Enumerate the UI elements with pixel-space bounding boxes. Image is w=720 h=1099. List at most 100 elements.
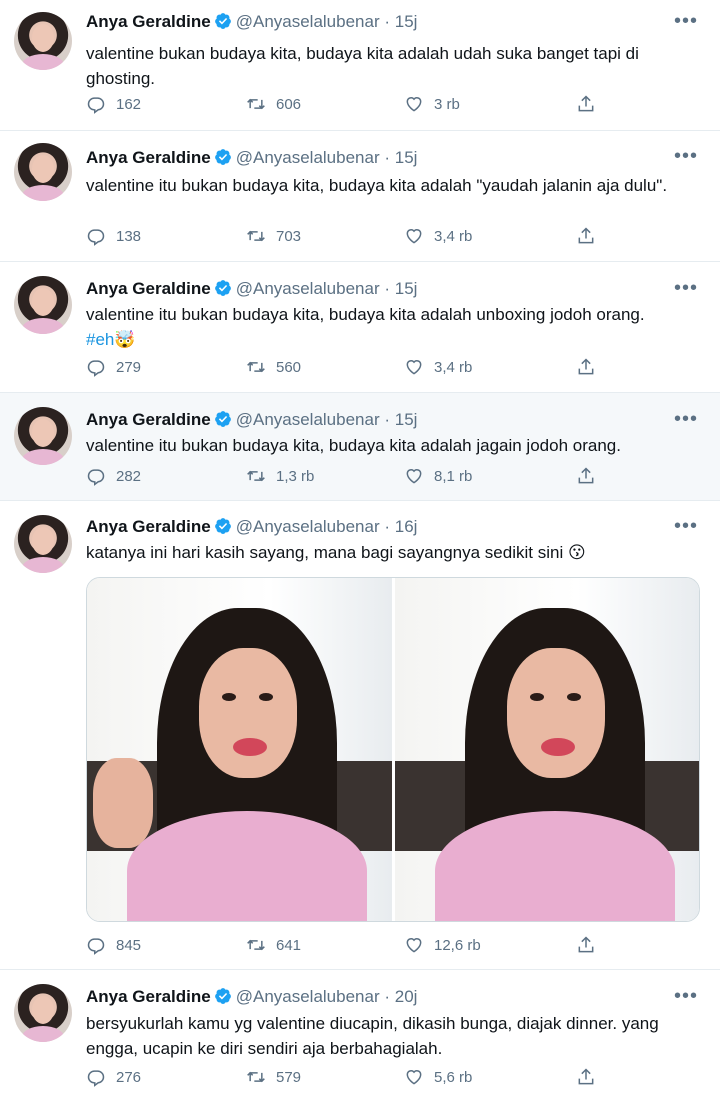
share-button[interactable] — [576, 935, 606, 955]
more-options-icon[interactable]: ••• — [674, 408, 698, 431]
reply-button[interactable]: 279 — [86, 357, 141, 377]
author-handle[interactable]: @Anyaselalubenar — [236, 410, 380, 429]
author-name[interactable]: Anya Geraldine — [86, 987, 211, 1006]
author-name[interactable]: Anya Geraldine — [86, 410, 211, 429]
like-count: 3,4 rb — [434, 227, 473, 245]
tweet-time[interactable]: · 16j — [384, 517, 417, 536]
like-button[interactable]: 12,6 rb — [404, 935, 481, 955]
share-button[interactable] — [576, 226, 606, 246]
tweet-text: valentine bukan budaya kita, budaya kita… — [86, 44, 639, 88]
tweet-actions: 162 606 3 rb — [86, 94, 606, 118]
retweet-count: 579 — [276, 1068, 302, 1086]
reply-icon — [87, 469, 105, 486]
tweet-text: valentine itu bukan budaya kita, budaya … — [86, 176, 668, 195]
avatar[interactable] — [14, 143, 72, 201]
more-options-icon[interactable]: ••• — [674, 985, 698, 1008]
heart-icon — [406, 97, 422, 112]
reply-button[interactable]: 845 — [86, 935, 141, 955]
verified-badge-icon — [214, 411, 231, 427]
share-button[interactable] — [576, 94, 606, 114]
author-handle[interactable]: @Anyaselalubenar — [236, 517, 380, 536]
retweet-count: 703 — [276, 227, 302, 245]
more-options-icon[interactable]: ••• — [674, 515, 698, 538]
heart-icon — [406, 229, 422, 244]
reply-count: 162 — [116, 95, 142, 113]
like-button[interactable]: 8,1 rb — [404, 466, 472, 486]
tweet-text-body: valentine itu bukan budaya kita, budaya … — [86, 305, 645, 324]
reply-count: 138 — [116, 227, 142, 245]
tweet-text: valentine itu bukan budaya kita, budaya … — [86, 302, 701, 352]
like-button[interactable]: 5,6 rb — [404, 1067, 472, 1087]
reply-icon — [87, 229, 105, 246]
author-name[interactable]: Anya Geraldine — [86, 148, 211, 167]
reply-button[interactable]: 276 — [86, 1067, 141, 1087]
tweet-time[interactable]: · 20j — [384, 987, 417, 1006]
retweet-button[interactable]: 1,3 rb — [246, 466, 314, 486]
retweet-icon — [247, 361, 265, 373]
retweet-icon — [247, 939, 265, 951]
author-handle[interactable]: @Anyaselalubenar — [236, 12, 380, 31]
share-icon — [578, 1068, 594, 1085]
author-name[interactable]: Anya Geraldine — [86, 12, 211, 31]
tweet-time[interactable]: · 15j — [384, 12, 417, 31]
retweet-count: 641 — [276, 936, 302, 954]
reply-icon — [87, 938, 105, 955]
hashtag-link[interactable]: #eh — [86, 330, 114, 349]
tweet[interactable]: Anya Geraldine @Anyaselalubenar · 15j •••… — [0, 131, 720, 262]
avatar[interactable] — [14, 407, 72, 465]
retweet-count: 606 — [276, 95, 302, 113]
reply-count: 282 — [116, 467, 142, 485]
reply-button[interactable]: 138 — [86, 226, 141, 246]
more-options-icon[interactable]: ••• — [674, 277, 698, 300]
author-handle[interactable]: @Anyaselalubenar — [236, 987, 380, 1006]
reply-icon — [87, 97, 105, 114]
avatar[interactable] — [14, 984, 72, 1042]
like-button[interactable]: 3 rb — [404, 94, 460, 114]
share-button[interactable] — [576, 466, 606, 486]
avatar[interactable] — [14, 12, 72, 70]
like-button[interactable]: 3,4 rb — [404, 226, 472, 246]
heart-icon — [406, 1070, 422, 1085]
more-options-icon[interactable]: ••• — [674, 10, 698, 33]
more-options-icon[interactable]: ••• — [674, 145, 698, 168]
tweet-actions: 282 1,3 rb 8,1 rb — [86, 466, 606, 490]
author-name[interactable]: Anya Geraldine — [86, 517, 211, 536]
verified-badge-icon — [214, 149, 231, 165]
photo[interactable] — [394, 578, 699, 921]
share-icon — [578, 358, 594, 375]
tweet-text: valentine itu bukan budaya kita, budaya … — [86, 436, 621, 455]
reply-button[interactable]: 162 — [86, 94, 141, 114]
verified-badge-icon — [214, 518, 231, 534]
tweet-actions: 845 641 12,6 rb — [86, 935, 606, 959]
retweet-icon — [247, 470, 265, 482]
tweet-time[interactable]: · 15j — [384, 410, 417, 429]
retweet-button[interactable]: 560 — [246, 357, 301, 377]
retweet-button[interactable]: 579 — [246, 1067, 301, 1087]
tweet-media[interactable] — [86, 577, 700, 922]
retweet-button[interactable]: 606 — [246, 94, 301, 114]
avatar[interactable] — [14, 515, 72, 573]
tweet-text: bersyukurlah kamu yg valentine diucapin,… — [86, 1014, 659, 1058]
tweet[interactable]: Anya Geraldine @Anyaselalubenar · 20j •••… — [0, 970, 720, 1099]
retweet-button[interactable]: 641 — [246, 935, 301, 955]
like-button[interactable]: 3,4 rb — [404, 357, 472, 377]
like-count: 3,4 rb — [434, 358, 473, 376]
reply-button[interactable]: 282 — [86, 466, 141, 486]
tweet[interactable]: Anya Geraldine @Anyaselalubenar · 15j •••… — [0, 393, 720, 501]
author-handle[interactable]: @Anyaselalubenar — [236, 148, 380, 167]
share-button[interactable] — [576, 1067, 606, 1087]
share-button[interactable] — [576, 357, 606, 377]
tweet-time[interactable]: · 15j — [384, 148, 417, 167]
photo[interactable] — [87, 578, 392, 921]
tweet[interactable]: Anya Geraldine @Anyaselalubenar · 15j •••… — [0, 262, 720, 393]
verified-badge-icon — [214, 13, 231, 29]
tweet-time[interactable]: · 15j — [384, 279, 417, 298]
author-handle[interactable]: @Anyaselalubenar — [236, 279, 380, 298]
tweet[interactable]: Anya Geraldine @Anyaselalubenar · 15j •••… — [0, 0, 720, 131]
verified-badge-icon — [214, 280, 231, 296]
like-count: 3 rb — [434, 95, 460, 113]
author-name[interactable]: Anya Geraldine — [86, 279, 211, 298]
retweet-button[interactable]: 703 — [246, 226, 301, 246]
avatar[interactable] — [14, 276, 72, 334]
share-icon — [578, 95, 594, 112]
